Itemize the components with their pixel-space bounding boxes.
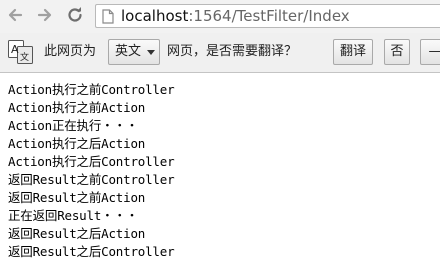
address-bar[interactable]: localhost:1564/TestFilter/Index	[95, 4, 440, 28]
language-value: 英文	[115, 44, 142, 59]
chevron-down-icon	[147, 50, 155, 55]
options-button[interactable]: —	[420, 39, 440, 65]
reload-icon	[68, 7, 82, 22]
translate-icon: A 文	[8, 40, 33, 64]
output-line: Action执行之后Action	[8, 136, 146, 151]
browser-toolbar: localhost:1564/TestFilter/Index	[0, 0, 440, 33]
translate-question: 网页，是否需要翻译？	[167, 44, 298, 59]
reload-button[interactable]	[64, 4, 86, 26]
url-path: :1564/TestFilter/Index	[188, 7, 350, 25]
no-button[interactable]: 否	[384, 39, 410, 65]
output-line: 返回Result之前Action	[8, 190, 146, 205]
output-line: Action正在执行・・・	[8, 118, 139, 133]
url-text: localhost:1564/TestFilter/Index	[121, 7, 350, 25]
translate-bar: A 文 此网页为 英文 网页，是否需要翻译？ 翻译 否 —	[0, 33, 440, 73]
url-host: localhost	[121, 7, 189, 25]
svg-text:A: A	[11, 43, 19, 56]
forward-button[interactable]	[34, 4, 56, 26]
page-content: Action执行之前Controller Action执行之前Action Ac…	[8, 81, 175, 261]
page-icon	[102, 9, 114, 24]
arrow-left-icon	[8, 8, 23, 22]
output-line: 返回Result之后Controller	[8, 244, 175, 259]
output-line: 正在返回Result・・・	[8, 208, 139, 223]
output-line: 返回Result之后Action	[8, 226, 146, 241]
translate-button[interactable]: 翻译	[333, 39, 373, 65]
output-line: Action执行之前Controller	[8, 82, 175, 97]
output-line: Action执行之后Controller	[8, 154, 175, 169]
arrow-right-icon	[37, 8, 52, 22]
svg-text:文: 文	[20, 51, 29, 63]
language-select[interactable]: 英文	[108, 39, 160, 65]
output-line: Action执行之前Action	[8, 100, 146, 115]
back-button[interactable]	[4, 4, 26, 26]
output-line: 返回Result之前Controller	[8, 172, 175, 187]
translate-prefix: 此网页为	[44, 44, 97, 59]
